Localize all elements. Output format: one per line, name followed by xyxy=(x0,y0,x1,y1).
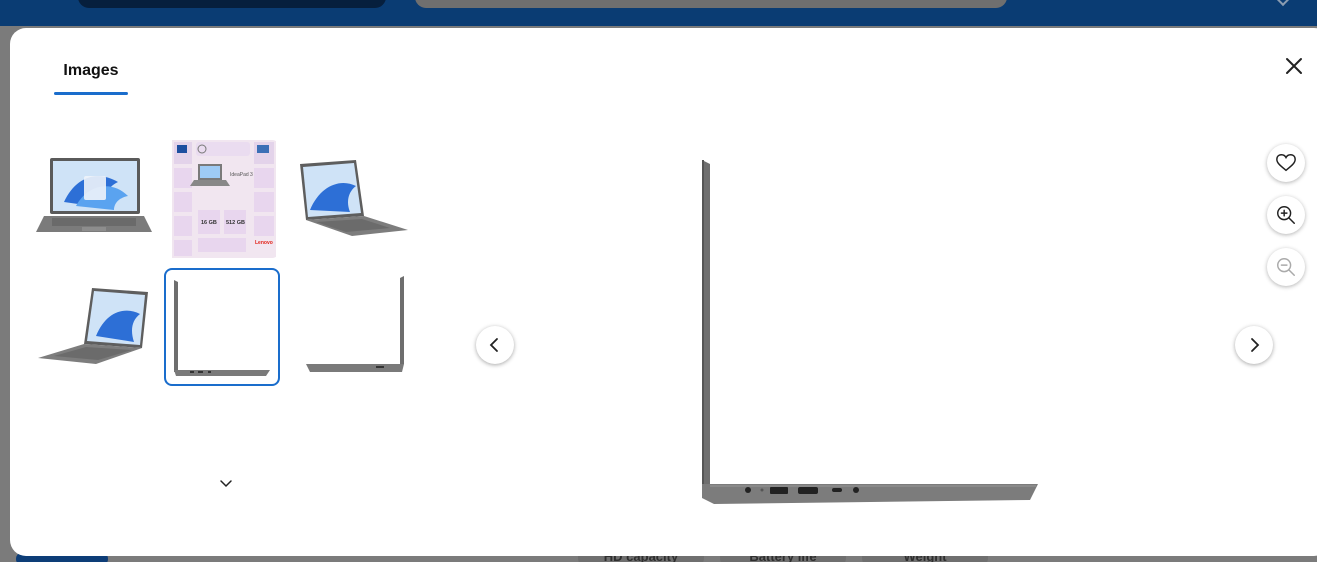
laptop-left-side-image xyxy=(174,280,270,376)
chevron-right-icon xyxy=(1251,338,1260,352)
previous-image-button[interactable] xyxy=(476,326,514,364)
laptop-side-view-image xyxy=(702,160,1038,504)
laptop-front-image xyxy=(36,158,152,232)
infographic-ram-text: 16 GB xyxy=(201,220,217,226)
thumbnail-laptop-left-side[interactable] xyxy=(164,268,280,386)
thumbnail-infographic[interactable]: IdeaPad 3 16 GB 512 GB Lenovo xyxy=(164,140,280,258)
zoom-out-icon xyxy=(1277,258,1295,276)
close-icon xyxy=(1286,58,1302,74)
thumbnail-laptop-right-side[interactable] xyxy=(292,268,408,386)
thumbnail-laptop-front[interactable] xyxy=(36,140,152,258)
header-department-button xyxy=(78,0,386,8)
close-button[interactable] xyxy=(1282,54,1306,78)
zoom-out-button[interactable] xyxy=(1267,248,1305,286)
infographic-model-text: IdeaPad 3 xyxy=(230,172,253,178)
chevron-down-icon xyxy=(220,480,232,488)
laptop-angle-left-image xyxy=(38,288,148,364)
next-image-button[interactable] xyxy=(1235,326,1273,364)
tab-images[interactable]: Images xyxy=(54,62,128,96)
thumbnail-laptop-angle-left[interactable] xyxy=(36,268,152,386)
laptop-angle-right-image xyxy=(300,160,408,236)
tab-active-indicator xyxy=(54,92,128,95)
infographic-storage-text: 512 GB xyxy=(226,220,245,226)
chevron-left-icon xyxy=(489,338,498,352)
main-product-image xyxy=(690,148,1050,508)
favorite-button[interactable] xyxy=(1267,144,1305,182)
thumbnail-laptop-angle-right[interactable] xyxy=(292,140,408,258)
image-viewer-modal: Images IdeaPad 3 16 GB 512 GB Lenovo xyxy=(10,28,1317,556)
zoom-in-icon xyxy=(1277,206,1295,224)
infographic-image: IdeaPad 3 16 GB 512 GB Lenovo xyxy=(172,140,276,258)
header-search-bar xyxy=(415,0,1007,8)
heart-icon xyxy=(1276,154,1296,172)
more-thumbnails-button[interactable] xyxy=(218,476,234,492)
infographic-brand-text: Lenovo xyxy=(255,240,273,246)
laptop-right-side-image xyxy=(306,276,404,372)
zoom-in-button[interactable] xyxy=(1267,196,1305,234)
